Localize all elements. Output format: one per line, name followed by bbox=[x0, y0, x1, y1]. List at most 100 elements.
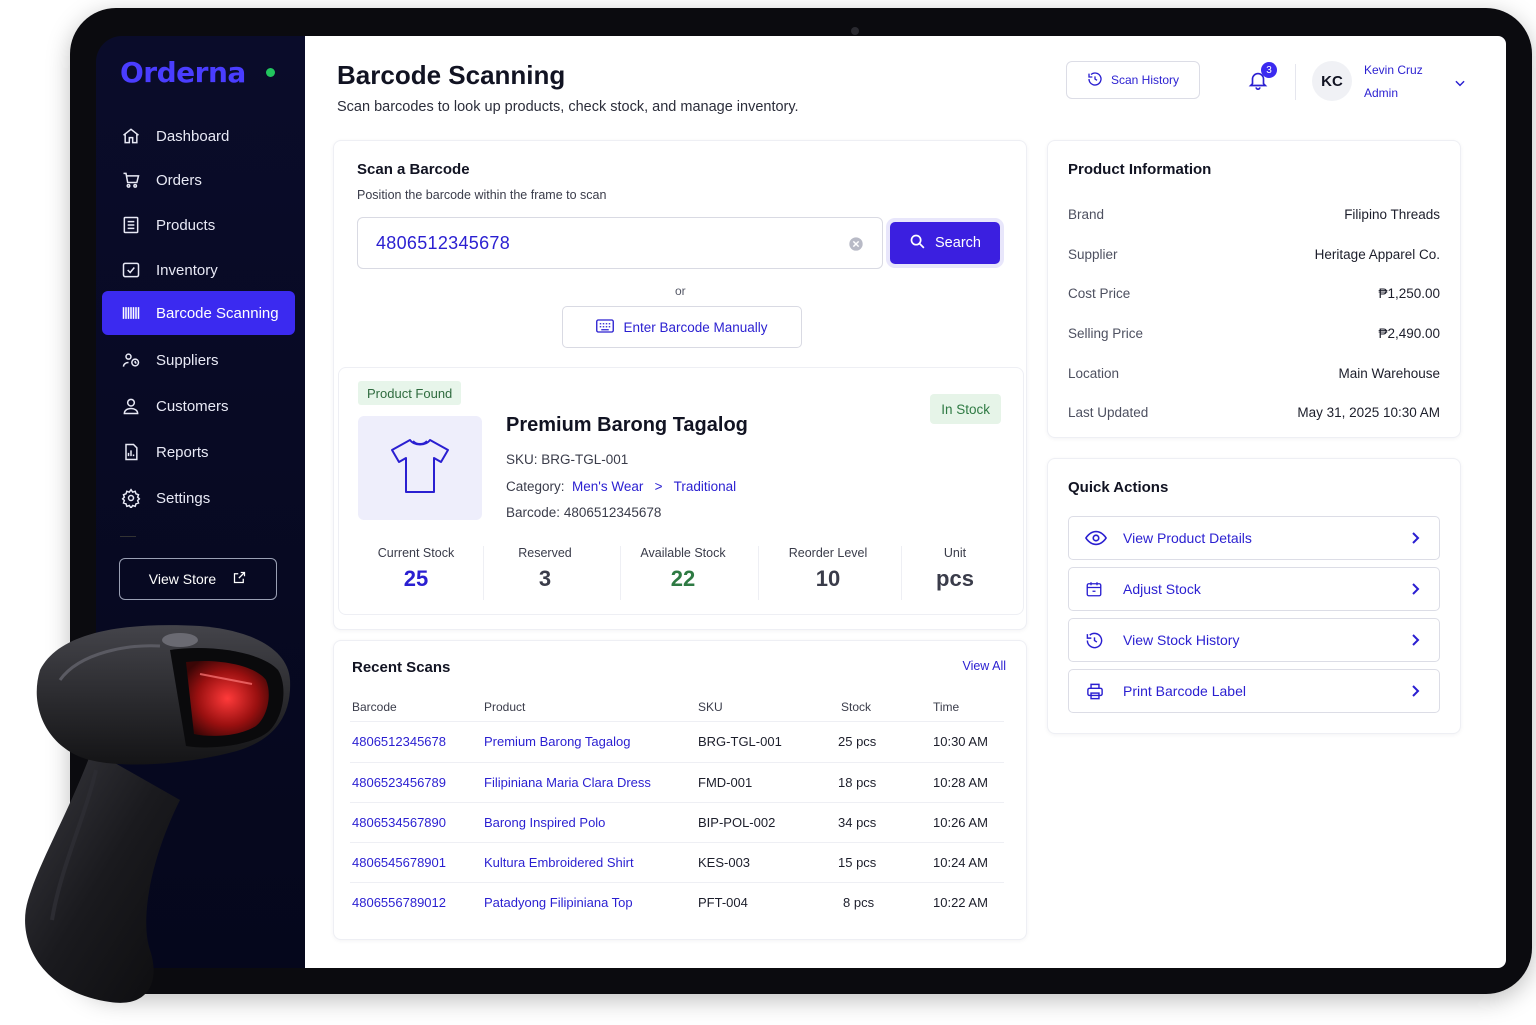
info-label: Supplier bbox=[1068, 247, 1118, 262]
table-row[interactable]: 4806512345678 Premium Barong Tagalog BRG… bbox=[350, 721, 1004, 761]
stock-cell: 34 pcs bbox=[838, 815, 877, 830]
cart-icon bbox=[120, 169, 142, 191]
info-row-selling-price: Selling Price ₱2,490.00 bbox=[1068, 326, 1440, 341]
view-product-details-button[interactable]: View Product Details bbox=[1068, 516, 1440, 560]
sidebar-item-products[interactable]: Products bbox=[102, 203, 295, 247]
time-cell: 10:22 AM bbox=[933, 895, 988, 910]
stat-value: pcs bbox=[936, 566, 974, 591]
product-cell[interactable]: Filipiniana Maria Clara Dress bbox=[484, 775, 651, 790]
barcode-cell[interactable]: 4806545678901 bbox=[352, 855, 446, 870]
inventory-icon bbox=[120, 259, 142, 281]
stock-status-badge: In Stock bbox=[930, 394, 1001, 424]
status-dot bbox=[266, 68, 275, 77]
product-found-badge: Product Found bbox=[358, 381, 462, 405]
sidebar-item-inventory[interactable]: Inventory bbox=[102, 248, 295, 292]
sidebar-item-settings[interactable]: Settings bbox=[102, 476, 295, 520]
barcode-cell[interactable]: 4806534567890 bbox=[352, 815, 446, 830]
enter-manually-button[interactable]: Enter Barcode Manually bbox=[562, 306, 802, 348]
view-store-button[interactable]: View Store bbox=[119, 558, 277, 600]
scan-history-button[interactable]: Scan History bbox=[1066, 61, 1200, 99]
info-row-cost-price: Cost Price ₱1,250.00 bbox=[1068, 286, 1440, 301]
time-cell: 10:30 AM bbox=[933, 734, 988, 749]
table-row[interactable]: 4806534567890 Barong Inspired Polo BIP-P… bbox=[350, 802, 1004, 842]
info-value: Filipino Threads bbox=[1344, 207, 1440, 222]
subcategory-link[interactable]: Traditional bbox=[674, 479, 737, 494]
stat-value: 10 bbox=[815, 566, 841, 591]
product-info-title: Product Information bbox=[1068, 161, 1212, 178]
stat-label: Current Stock bbox=[377, 546, 455, 560]
search-button-label: Search bbox=[935, 235, 981, 251]
view-all-link[interactable]: View All bbox=[962, 659, 1006, 673]
avatar[interactable]: KC bbox=[1312, 61, 1352, 101]
stock-stats: Current Stock 25 Reserved 3 Available St… bbox=[339, 546, 1025, 602]
sidebar-item-label: Orders bbox=[156, 171, 202, 189]
product-cell[interactable]: Kultura Embroidered Shirt bbox=[484, 855, 634, 870]
search-icon bbox=[909, 233, 926, 254]
sidebar-item-label: Inventory bbox=[156, 261, 218, 279]
info-label: Cost Price bbox=[1068, 286, 1131, 301]
info-value: May 31, 2025 10:30 AM bbox=[1297, 405, 1440, 420]
barcode-icon bbox=[120, 302, 142, 324]
product-category: Category: Men's Wear > Traditional bbox=[506, 479, 736, 494]
barcode-cell[interactable]: 4806512345678 bbox=[352, 734, 446, 749]
calendar-box-icon bbox=[1085, 580, 1107, 598]
barcode-cell[interactable]: 4806523456789 bbox=[352, 775, 446, 790]
clear-icon[interactable] bbox=[848, 236, 864, 257]
scan-card-title: Scan a Barcode bbox=[357, 161, 470, 178]
search-button[interactable]: Search bbox=[890, 222, 1000, 264]
quick-actions-card: Quick Actions View Product Details Adjus… bbox=[1047, 458, 1461, 734]
main-content: Barcode Scanning Scan barcodes to look u… bbox=[305, 36, 1506, 968]
user-name: Kevin Cruz bbox=[1364, 63, 1423, 77]
barcode-input-value: 4806512345678 bbox=[376, 232, 511, 253]
table-row[interactable]: 4806523456789 Filipiniana Maria Clara Dr… bbox=[350, 762, 1004, 802]
sidebar-item-label: Suppliers bbox=[156, 351, 219, 369]
sku-label: SKU: bbox=[506, 452, 538, 467]
chevron-right-icon bbox=[1409, 531, 1421, 548]
time-cell: 10:28 AM bbox=[933, 775, 988, 790]
sku-cell: FMD-001 bbox=[698, 775, 753, 790]
history-icon bbox=[1087, 71, 1103, 90]
sidebar-item-suppliers[interactable]: Suppliers bbox=[102, 338, 295, 382]
column-header-barcode: Barcode bbox=[352, 700, 397, 714]
product-cell[interactable]: Barong Inspired Polo bbox=[484, 815, 605, 830]
chevron-right-icon bbox=[1409, 582, 1421, 599]
product-info-card: Product Information Brand Filipino Threa… bbox=[1047, 140, 1461, 438]
print-barcode-label-button[interactable]: Print Barcode Label bbox=[1068, 669, 1440, 713]
barcode-cell[interactable]: 4806556789012 bbox=[352, 895, 446, 910]
product-cell[interactable]: Premium Barong Tagalog bbox=[484, 734, 630, 749]
sidebar-item-dashboard[interactable]: Dashboard bbox=[102, 114, 295, 158]
sidebar-item-orders[interactable]: Orders bbox=[102, 158, 295, 202]
sku-cell: KES-003 bbox=[698, 855, 751, 870]
barcode-input[interactable]: 4806512345678 bbox=[357, 217, 883, 269]
time-cell: 10:24 AM bbox=[933, 855, 988, 870]
info-row-last-updated: Last Updated May 31, 2025 10:30 AM bbox=[1068, 405, 1440, 420]
category-link[interactable]: Men's Wear bbox=[572, 479, 643, 494]
adjust-stock-button[interactable]: Adjust Stock bbox=[1068, 567, 1440, 611]
product-thumbnail bbox=[358, 416, 482, 520]
chevron-right-icon bbox=[1409, 684, 1421, 701]
app-logo: Orderna bbox=[120, 56, 246, 89]
stat-label: Reorder Level bbox=[788, 546, 868, 560]
sidebar-item-label: Reports bbox=[156, 443, 209, 461]
product-cell[interactable]: Patadyong Filipiniana Top bbox=[484, 895, 633, 910]
sidebar-item-customers[interactable]: Customers bbox=[102, 384, 295, 428]
sidebar-item-label: Dashboard bbox=[156, 127, 230, 145]
table-row[interactable]: 4806545678901 Kultura Embroidered Shirt … bbox=[350, 842, 1004, 882]
product-name: Premium Barong Tagalog bbox=[506, 414, 748, 436]
info-value: Heritage Apparel Co. bbox=[1314, 247, 1440, 262]
view-stock-history-button[interactable]: View Stock History bbox=[1068, 618, 1440, 662]
sidebar-item-reports[interactable]: Reports bbox=[102, 430, 295, 474]
chevron-down-icon[interactable] bbox=[1453, 76, 1467, 95]
page-subtitle: Scan barcodes to look up products, check… bbox=[337, 99, 799, 115]
table-row[interactable]: 4806556789012 Patadyong Filipiniana Top … bbox=[350, 882, 1004, 922]
info-value: Main Warehouse bbox=[1338, 366, 1440, 381]
column-header-sku: SKU bbox=[698, 700, 723, 714]
info-row-supplier: Supplier Heritage Apparel Co. bbox=[1068, 247, 1440, 262]
info-value: ₱1,250.00 bbox=[1378, 286, 1440, 301]
sidebar-item-barcode-scanning[interactable]: Barcode Scanning bbox=[102, 291, 295, 335]
or-separator: or bbox=[675, 284, 686, 298]
quick-action-label: Adjust Stock bbox=[1123, 581, 1201, 597]
stat-value: 3 bbox=[538, 566, 552, 591]
eye-icon bbox=[1085, 530, 1107, 546]
column-header-product: Product bbox=[484, 700, 526, 714]
